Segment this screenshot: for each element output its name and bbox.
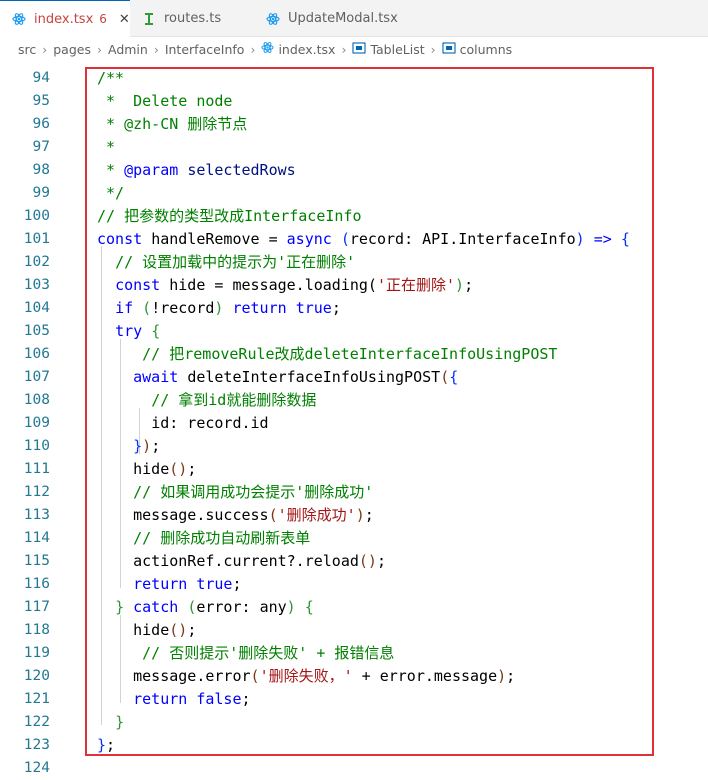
line-number: 106 [23,346,50,362]
line-number: 101 [23,231,50,247]
tab-routes-ts[interactable]: routes.ts [130,0,254,37]
breadcrumb-item-src[interactable]: src [18,42,36,57]
line-number: 115 [23,553,50,569]
chevron-right-icon: › [341,41,347,57]
line-number: 109 [23,415,50,431]
line-number: 110 [23,438,50,454]
variable-icon [442,41,456,57]
line-number: 96 [32,116,50,132]
line-number: 121 [23,691,50,707]
line-number: 120 [23,668,50,684]
react-icon [12,12,26,26]
line-number: 112 [23,484,50,500]
line-number: 114 [23,530,50,546]
line-number: 99 [32,185,50,201]
tab-label: routes.ts [164,11,222,26]
line-number: 102 [23,254,50,270]
chevron-right-icon: › [42,41,48,57]
breadcrumb-item-interfaceinfo[interactable]: InterfaceInfo [165,42,245,57]
line-number: 119 [23,645,50,661]
chevron-right-icon: › [153,41,159,57]
line-number: 118 [23,622,50,638]
chevron-right-icon: › [430,41,436,57]
line-number: 95 [32,93,50,109]
line-number: 100 [23,208,50,224]
line-number: 105 [23,323,50,339]
problem-count-badge: 6 [99,12,107,26]
variable-icon [352,41,366,57]
tab-label: index.tsx [34,11,94,27]
line-number: 107 [23,369,50,385]
chevron-right-icon: › [250,41,256,57]
react-icon [266,12,280,26]
close-icon[interactable]: ✕ [119,12,130,27]
line-number: 103 [23,277,50,293]
line-number: 123 [23,737,50,753]
breadcrumb-item-tablelist[interactable]: TableList [370,42,424,57]
highlight-box [85,67,654,756]
line-number: 108 [23,392,50,408]
line-number: 117 [23,599,50,615]
line-number: 124 [23,760,50,776]
line-number: 104 [23,300,50,316]
breadcrumb-item-columns[interactable]: columns [460,42,513,57]
breadcrumb-item-index-tsx[interactable]: index.tsx [278,42,335,57]
editor-tab-bar: index.tsx 6 ✕ routes.ts UpdateModal.tsx [0,0,708,37]
breadcrumb: src › pages › Admin › InterfaceInfo › in… [0,37,708,61]
breadcrumb-item-pages[interactable]: pages [53,42,91,57]
line-number: 94 [32,70,50,86]
tab-updatemodal-tsx[interactable]: UpdateModal.tsx [254,0,404,37]
routes-file-icon [142,12,156,26]
tab-label: UpdateModal.tsx [288,11,398,26]
line-number: 98 [32,162,50,178]
line-number: 111 [23,461,50,477]
line-number: 97 [32,139,50,155]
breadcrumb-item-admin[interactable]: Admin [108,42,148,57]
chevron-right-icon: › [96,41,102,57]
tab-index-tsx[interactable]: index.tsx 6 ✕ [0,0,130,37]
line-number: 113 [23,507,50,523]
line-number: 122 [23,714,50,730]
line-number: 116 [23,576,50,592]
react-icon [261,41,275,57]
